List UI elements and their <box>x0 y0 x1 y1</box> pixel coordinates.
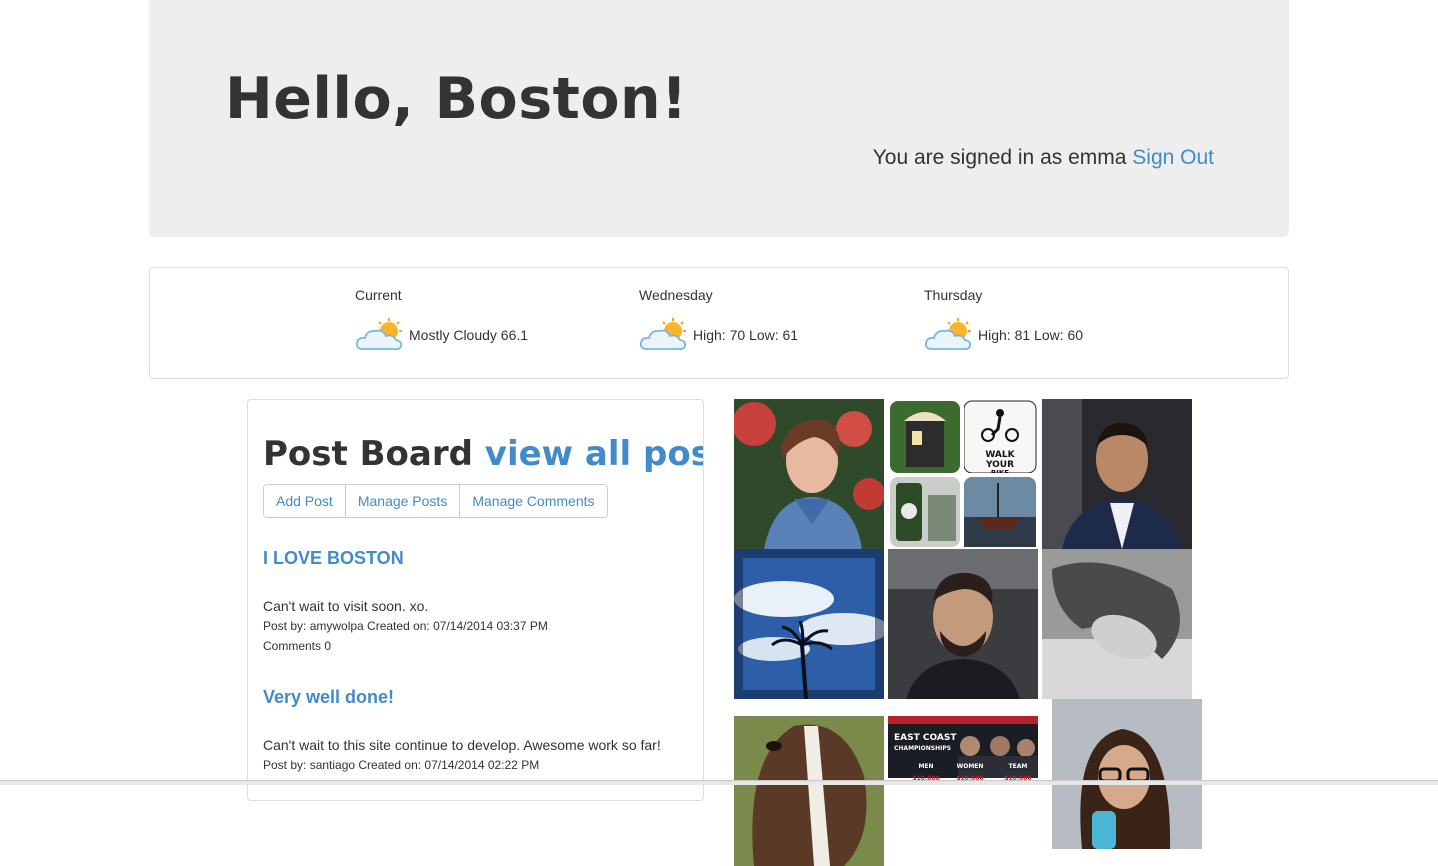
partly-cloudy-icon <box>355 318 403 351</box>
view-all-posts-link[interactable]: view all posts <box>485 434 703 474</box>
photo-woman-bw[interactable] <box>1042 549 1192 699</box>
photo-palm-sky[interactable] <box>734 549 884 699</box>
weather-panel: Current Mostly Cloudy 66.1 Wednesday Hig… <box>149 267 1289 379</box>
weather-text: Mostly Cloudy 66.1 <box>409 327 529 343</box>
svg-text:MEN: MEN <box>918 763 933 770</box>
post-body: Can't wait to visit soon. xo. <box>263 598 429 614</box>
svg-text:WOMEN: WOMEN <box>957 763 984 770</box>
post-meta: Post by: amywolpa Created on: 07/14/2014… <box>263 619 548 633</box>
photo-painted-portrait[interactable] <box>734 399 884 549</box>
post-meta: Post by: santiago Created on: 07/14/2014… <box>263 758 540 772</box>
jumbotron-header: Hello, Boston! You are signed in as emma… <box>149 0 1289 237</box>
weather-day-label: Thursday <box>924 287 983 303</box>
photo-championship-poster[interactable]: EAST COAST CHAMPIONSHIPS MEN WOMEN TEAM … <box>888 716 1038 866</box>
post-board-heading: Post Board view all posts <box>263 430 703 478</box>
post-title-link[interactable]: I LOVE BOSTON <box>263 546 688 570</box>
sign-out-link[interactable]: Sign Out <box>1132 146 1214 169</box>
weather-wednesday: Wednesday High: 70 Low: 61 <box>639 285 899 355</box>
post-board-title: Post Board <box>263 434 473 474</box>
weather-text: High: 70 Low: 61 <box>693 327 799 343</box>
post-item: I LOVE BOSTON Can't wait to visit soon. … <box>263 546 688 656</box>
partly-cloudy-icon <box>639 318 687 351</box>
photo-man-car[interactable] <box>888 549 1038 699</box>
poster-headline-line2: CHAMPIONSHIPS <box>894 745 951 752</box>
post-body: Can't wait to this site continue to deve… <box>263 737 661 753</box>
manage-comments-button[interactable]: Manage Comments <box>460 485 607 517</box>
post-item: Very well done! Can't wait to this site … <box>263 685 688 775</box>
partly-cloudy-icon <box>924 318 972 351</box>
post-comments-count[interactable]: Comments 0 <box>263 636 688 656</box>
add-post-button[interactable]: Add Post <box>264 485 346 517</box>
photo-girl-glasses[interactable] <box>1052 699 1202 849</box>
photo-collage[interactable]: WALK YOUR BIKE <box>888 399 1038 549</box>
photo-man-smiling[interactable] <box>1042 399 1192 549</box>
post-board-panel: Post Board view all posts Add Post Manag… <box>247 399 704 801</box>
page-title: Hello, Boston! <box>225 66 688 132</box>
post-title-link[interactable]: Very well done! <box>263 685 688 709</box>
poster-headline-line1: EAST COAST <box>894 733 957 743</box>
weather-current: Current Mostly Cloudy 66.1 <box>355 285 615 355</box>
svg-text:WALK: WALK <box>985 450 1015 460</box>
svg-text:TEAM: TEAM <box>1009 763 1028 770</box>
signed-in-text: You are signed in as emma <box>872 146 1127 169</box>
photo-horse[interactable] <box>734 716 884 866</box>
weather-thursday: Thursday High: 81 Low: 60 <box>924 285 1184 355</box>
weather-day-label: Wednesday <box>639 287 713 303</box>
weather-day-label: Current <box>355 287 402 303</box>
window-bottom-edge <box>0 780 1438 785</box>
manage-posts-button[interactable]: Manage Posts <box>345 485 461 517</box>
weather-text: High: 81 Low: 60 <box>978 327 1084 343</box>
photo-grid: WALK YOUR BIKE <box>734 399 1202 866</box>
post-actions-button-group: Add Post Manage Posts Manage Comments <box>263 484 608 518</box>
signin-status: You are signed in as emma Sign Out <box>873 146 1214 170</box>
